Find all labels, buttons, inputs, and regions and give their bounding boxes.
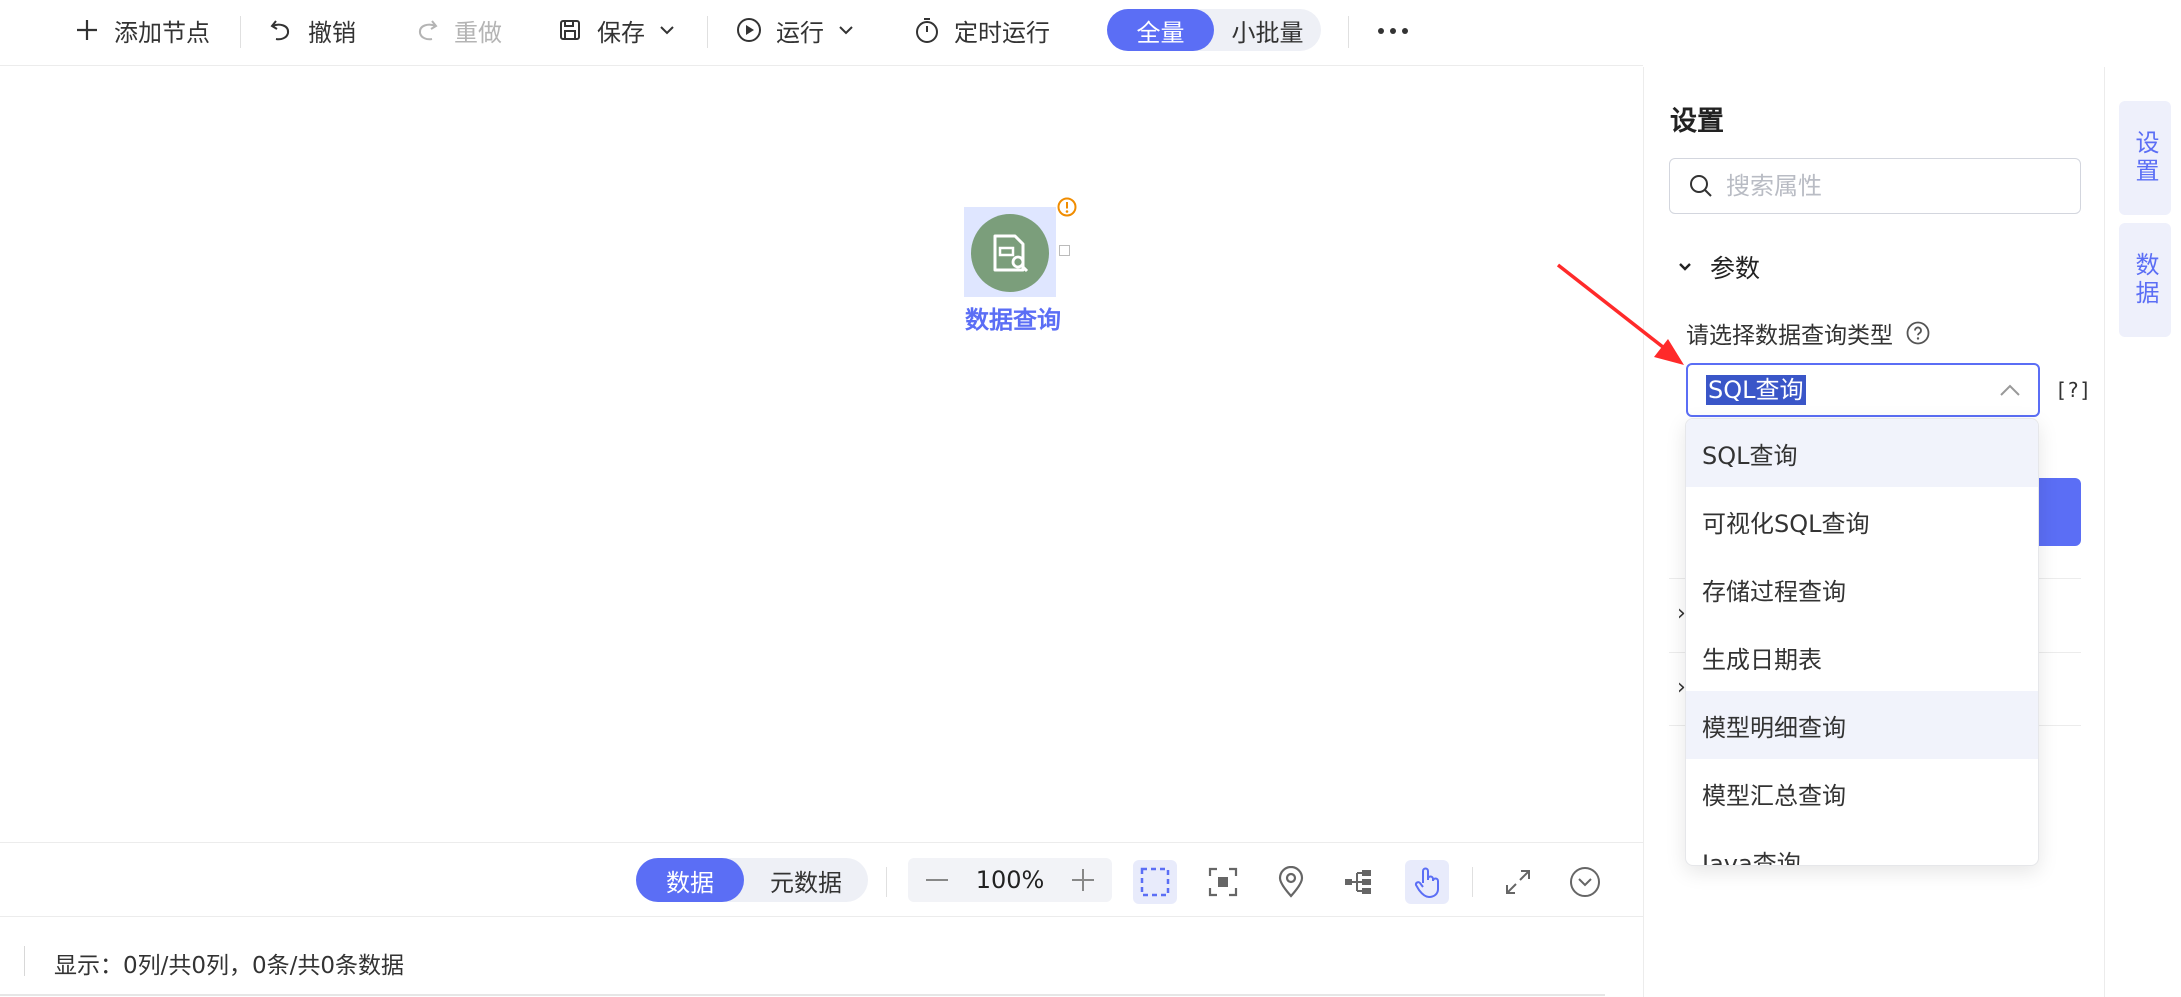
dropdown-option[interactable]: 模型明细查询 bbox=[1686, 691, 2038, 759]
more-horizontal-icon bbox=[1378, 28, 1408, 34]
save-icon bbox=[560, 20, 580, 40]
select-value: SQL查询 bbox=[1706, 375, 1806, 405]
run-label: 运行 bbox=[776, 18, 824, 47]
tab-metadata[interactable]: 元数据 bbox=[744, 858, 868, 902]
warning-icon bbox=[1057, 197, 1077, 217]
focus-icon bbox=[1208, 867, 1238, 897]
location-pin-icon bbox=[1278, 866, 1304, 898]
run-button[interactable]: 运行 bbox=[734, 10, 856, 50]
help-circle-icon[interactable] bbox=[1905, 320, 1931, 346]
query-type-label: 请选择数据查询类型 bbox=[1686, 316, 1931, 350]
flow-canvas[interactable] bbox=[0, 67, 1643, 842]
save-button[interactable]: 保存 bbox=[555, 10, 677, 50]
expand-icon bbox=[1506, 870, 1530, 894]
side-tab-data[interactable]: 数据 bbox=[2119, 223, 2171, 337]
auto-layout-button[interactable] bbox=[1336, 860, 1380, 904]
toolbar-divider bbox=[1472, 867, 1473, 897]
chevron-down-icon bbox=[839, 26, 853, 35]
add-node-label: 添加节点 bbox=[114, 18, 210, 47]
tab-data[interactable]: 数据 bbox=[636, 858, 744, 902]
undo-label: 撤销 bbox=[308, 18, 356, 47]
fit-view-button[interactable] bbox=[1201, 860, 1245, 904]
save-label: 保存 bbox=[597, 18, 645, 47]
panel-action-button[interactable] bbox=[2038, 478, 2081, 546]
query-type-select[interactable]: SQL查询 bbox=[1686, 363, 2040, 417]
zoom-out-button[interactable] bbox=[920, 863, 954, 897]
zoom-in-button[interactable] bbox=[1066, 863, 1100, 897]
box-select-icon bbox=[1140, 867, 1170, 897]
plus-icon bbox=[1072, 869, 1094, 891]
search-icon bbox=[1690, 175, 1712, 197]
toolbar-divider bbox=[707, 16, 708, 48]
data-view-switch: 数据 元数据 bbox=[636, 858, 868, 902]
status-bottom-border bbox=[0, 994, 1605, 996]
toolbar-divider bbox=[240, 16, 241, 48]
dropdown-option[interactable]: 模型汇总查询 bbox=[1686, 759, 2038, 827]
side-tab-data-label: 数据 bbox=[2131, 252, 2159, 308]
redo-icon bbox=[418, 20, 438, 41]
top-toolbar: 添加节点 撤销 重做 保存 运行 定时运行 全量 小批量 bbox=[0, 0, 1643, 66]
chevron-down-circle-icon bbox=[1570, 867, 1600, 897]
play-circle-icon bbox=[737, 18, 761, 42]
fullscreen-button[interactable] bbox=[1496, 860, 1540, 904]
box-select-button[interactable] bbox=[1133, 860, 1177, 904]
data-count-text: 显示：0列/共0列，0条/共0条数据 bbox=[54, 953, 405, 979]
status-divider bbox=[24, 946, 25, 976]
chevron-up-icon bbox=[2000, 384, 2020, 396]
property-search[interactable] bbox=[1669, 158, 2081, 214]
mode-small-batch-option[interactable]: 小批量 bbox=[1214, 9, 1321, 51]
node-icon-circle bbox=[971, 214, 1049, 292]
tree-layout-icon bbox=[1345, 870, 1371, 894]
zoom-control: 100% bbox=[908, 858, 1112, 902]
query-type-label-text: 请选择数据查询类型 bbox=[1686, 323, 1893, 349]
side-tab-bar: 设置 数据 bbox=[2105, 67, 2181, 997]
minus-icon bbox=[926, 879, 948, 881]
hand-pointer-icon bbox=[1414, 867, 1439, 898]
timer-icon bbox=[916, 18, 938, 43]
help-box[interactable]: [?] bbox=[2055, 378, 2091, 402]
node-output-port[interactable] bbox=[1059, 245, 1070, 256]
dropdown-option[interactable]: Java查询 bbox=[1686, 827, 2038, 866]
zoom-level: 100% bbox=[975, 866, 1045, 894]
more-button[interactable] bbox=[1376, 14, 1410, 48]
pan-mode-button[interactable] bbox=[1405, 860, 1449, 904]
scheduled-run-button[interactable]: 定时运行 bbox=[912, 10, 1050, 50]
side-tab-settings[interactable]: 设置 bbox=[2119, 101, 2171, 215]
canvas-bottom-toolbar: 数据 元数据 100% bbox=[0, 842, 1643, 917]
dropdown-option[interactable]: 生成日期表 bbox=[1686, 623, 2038, 691]
undo-button[interactable]: 撤销 bbox=[266, 10, 356, 50]
scheduled-run-label: 定时运行 bbox=[954, 18, 1050, 47]
file-search-icon bbox=[993, 234, 1029, 273]
redo-label: 重做 bbox=[454, 18, 502, 47]
dropdown-option[interactable]: SQL查询 bbox=[1686, 419, 2038, 487]
params-section-title: 参数 bbox=[1710, 254, 1761, 283]
undo-icon bbox=[270, 20, 290, 41]
add-node-button[interactable]: 添加节点 bbox=[72, 10, 210, 50]
redo-button[interactable]: 重做 bbox=[412, 10, 502, 50]
panel-title: 设置 bbox=[1670, 106, 1724, 137]
plus-icon bbox=[77, 20, 97, 40]
mode-full-option[interactable]: 全量 bbox=[1107, 9, 1214, 51]
toolbar-divider bbox=[1348, 16, 1349, 48]
run-mode-switch: 全量 小批量 bbox=[1107, 9, 1321, 51]
data-query-node[interactable] bbox=[964, 207, 1056, 297]
chevron-down-icon bbox=[660, 26, 674, 35]
data-status-bar: 显示：0列/共0列，0条/共0条数据 bbox=[0, 918, 1643, 997]
toolbar-divider bbox=[886, 867, 887, 897]
annotation-arrow-icon bbox=[1556, 263, 1684, 365]
locate-button[interactable] bbox=[1269, 860, 1313, 904]
query-type-dropdown: SQL查询 可视化SQL查询 存储过程查询 生成日期表 模型明细查询 模型汇总查… bbox=[1685, 418, 2039, 866]
side-tab-settings-label: 设置 bbox=[2131, 130, 2159, 186]
dropdown-option[interactable]: 可视化SQL查询 bbox=[1686, 487, 2038, 555]
dropdown-option[interactable]: 存储过程查询 bbox=[1686, 555, 2038, 623]
collapse-panel-button[interactable] bbox=[1563, 860, 1607, 904]
search-input[interactable] bbox=[1726, 172, 2066, 200]
node-label: 数据查询 bbox=[965, 306, 1061, 334]
